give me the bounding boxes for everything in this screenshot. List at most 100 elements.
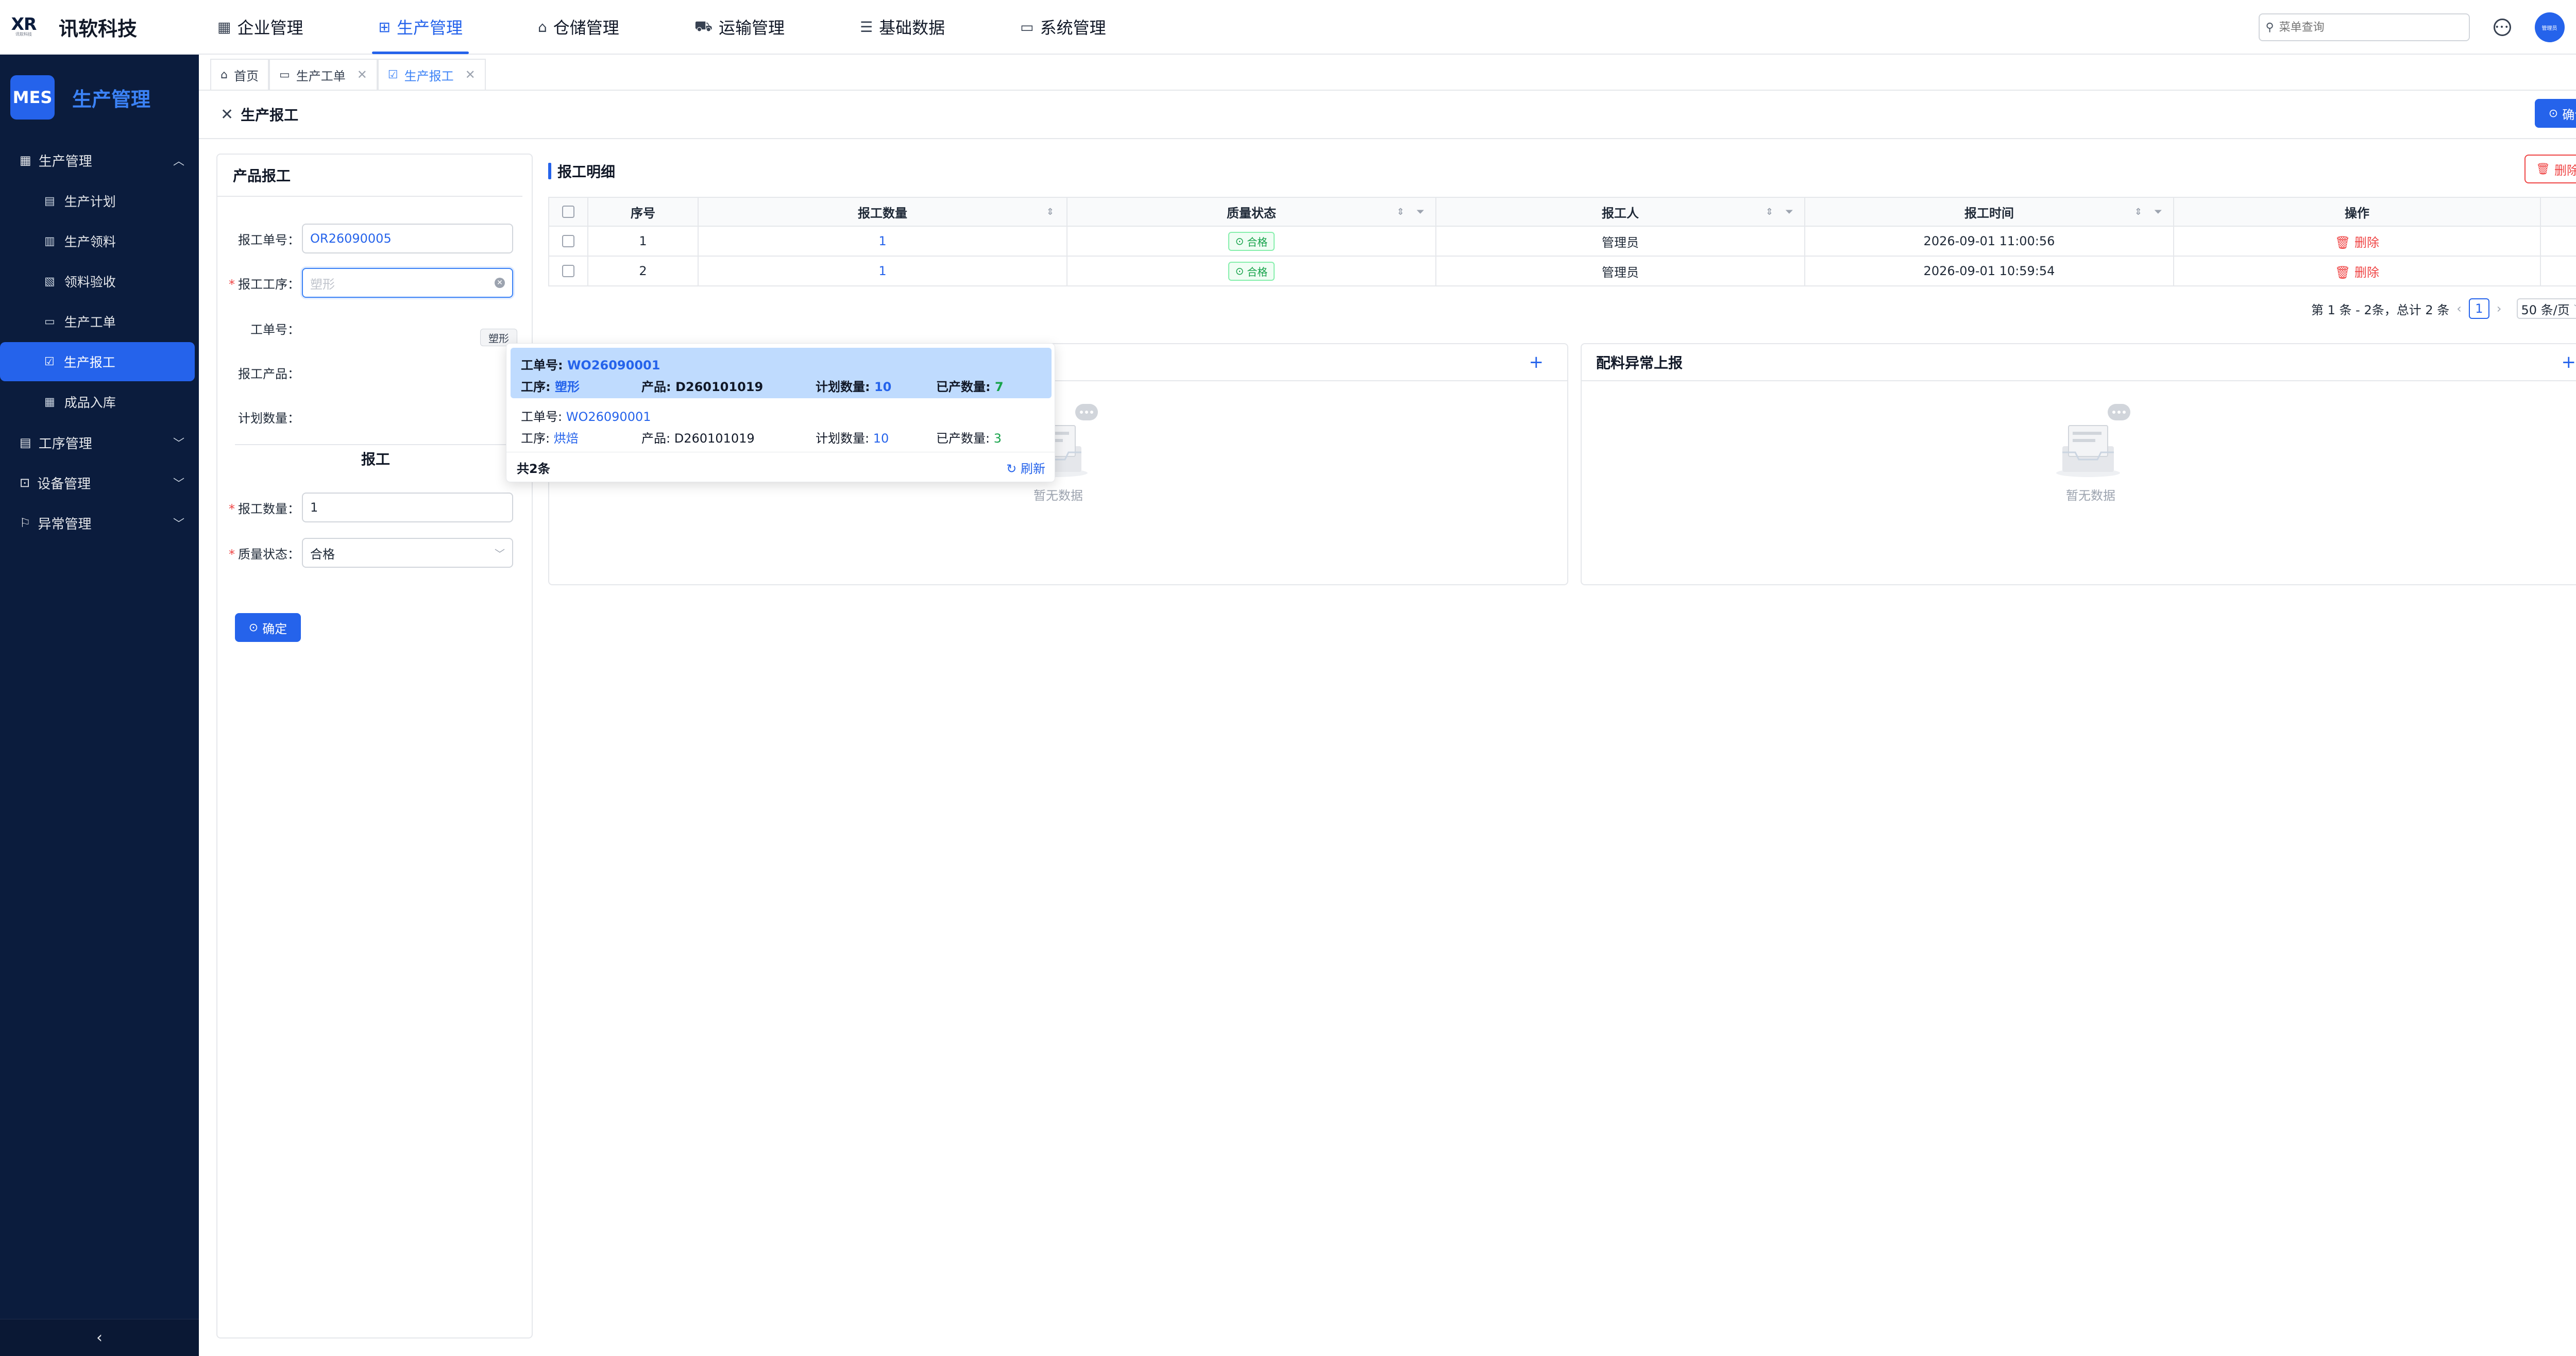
workorder-label: 工单号：: [250, 322, 300, 337]
sidebar-group-0[interactable]: ▤ 工序管理 ﹀: [0, 422, 199, 463]
menu-search-input[interactable]: [2279, 21, 2454, 34]
dropdown-option[interactable]: 工单号: WO26090001 工序: 烘焙 产品: D260101019 计划数量:…: [511, 399, 1052, 450]
sort-icon[interactable]: ⇕: [2134, 207, 2142, 217]
pagination: 第 1 条 - 2条，总计 2 条 ‹ 1 › 50 条/页 ﹀: [2311, 295, 2576, 323]
sidebar: MES 生产管理 ▦ 生产管理 ︿ ▤ 生产计划 ▥ 生产领料 ▧ 领料验收 ▭ 生产工单 ☑ 生…: [0, 55, 199, 1356]
row-delete-button[interactable]: 🗑 删除: [2335, 262, 2379, 280]
prev-page-icon[interactable]: ‹: [2456, 301, 2462, 316]
close-icon[interactable]: ✕: [357, 67, 367, 82]
column-header[interactable]: 质量状态 ⇕ ⏷: [1067, 198, 1436, 226]
title-accent-bar: [548, 163, 551, 179]
tab-label: 生产工单: [296, 69, 346, 83]
sidebar-item-2[interactable]: ▧ 领料验收: [0, 262, 195, 301]
row-checkbox[interactable]: [562, 235, 574, 247]
collapse-sidebar-button[interactable]: ‹: [0, 1319, 199, 1356]
clear-icon[interactable]: ✕: [495, 278, 505, 288]
row-delete-button[interactable]: 🗑 删除: [2335, 232, 2379, 250]
dropdown-footer: 共2条 ↻ 刷新: [506, 452, 1056, 483]
sidebar-item-5[interactable]: ▦ 成品入库: [0, 382, 195, 421]
cell-no: 1: [588, 227, 699, 256]
process-select[interactable]: 塑形 ✕: [302, 268, 513, 298]
order-number-field[interactable]: OR26090005: [302, 224, 513, 253]
close-icon[interactable]: ✕: [465, 67, 476, 82]
delete-button[interactable]: 🗑 删除: [2524, 155, 2576, 183]
sidebar-group-label: 设备管理: [37, 476, 91, 492]
sidebar-group-label: 生产管理: [38, 154, 92, 170]
group-icon: ▤: [20, 435, 31, 450]
topnav-item-2[interactable]: ⌂ 仓储管理: [521, 0, 636, 54]
row-person: 管理员: [1602, 265, 1639, 280]
topnav-item-4[interactable]: ☰ 基础数据: [843, 0, 961, 54]
page-size-select[interactable]: 50 条/页 ﹀: [2517, 298, 2576, 319]
report-quantity-input[interactable]: 1: [302, 493, 513, 522]
order-number-value: OR26090005: [310, 231, 392, 246]
quality-status-select[interactable]: 合格 ﹀: [302, 538, 513, 568]
dropdown-option[interactable]: 工单号: WO26090001 工序: 塑形 产品: D260101019 计划数量:…: [511, 348, 1052, 398]
sidebar-item-1[interactable]: ▥ 生产领料: [0, 222, 195, 261]
report-quantity-value: 1: [310, 500, 318, 515]
select-all-cell[interactable]: [548, 198, 588, 226]
sidebar-group-2[interactable]: ⚐ 异常管理 ﹀: [0, 503, 199, 543]
apps-icon: ⊞: [378, 18, 391, 36]
cell-no: 2: [588, 257, 699, 285]
option-field: 工序: 塑形: [521, 377, 580, 395]
add-icon[interactable]: +: [1529, 352, 1544, 372]
sort-icon[interactable]: ⇕: [1397, 207, 1404, 217]
row-number: 1: [639, 234, 647, 248]
process-placeholder: 塑形: [310, 277, 335, 292]
add-icon[interactable]: +: [2562, 352, 2576, 372]
tab-2[interactable]: ☑ 生产报工 ✕: [377, 59, 486, 90]
sidebar-group-1[interactable]: ⊡ 设备管理 ﹀: [0, 463, 199, 503]
option-wo-value: WO26090001: [567, 358, 660, 372]
sort-icon[interactable]: ⇕: [1766, 207, 1773, 217]
tab-0[interactable]: ⌂ 首页: [210, 59, 269, 90]
close-icon[interactable]: ✕: [221, 106, 233, 124]
topnav-item-1[interactable]: ⊞ 生产管理: [362, 0, 479, 54]
next-page-icon[interactable]: ›: [2497, 301, 2502, 316]
row-delete-label: 删除: [2354, 265, 2380, 280]
form-row-workorder: 工单号：: [217, 313, 534, 343]
filter-icon[interactable]: ⏷: [2155, 207, 2162, 217]
message-icon[interactable]: •••: [2493, 19, 2511, 36]
trash-icon: 🗑: [2334, 235, 2355, 250]
select-all-checkbox[interactable]: [562, 206, 574, 218]
row-select-cell[interactable]: [548, 257, 588, 285]
column-header[interactable]: 报工数量 ⇕: [699, 198, 1067, 226]
option-workorder: 工单号: WO26090001: [521, 355, 660, 373]
sort-icon[interactable]: ⇕: [1046, 207, 1054, 217]
page-number[interactable]: 1: [2468, 298, 2489, 319]
avatar[interactable]: 管理员: [2534, 12, 2565, 42]
column-header-label: 报工数量: [858, 206, 907, 221]
topnav-item-0[interactable]: ▦ 企业管理: [201, 0, 319, 54]
cell-time: 2026-09-01 11:00:56: [1805, 227, 2174, 256]
product-label: 报工产品：: [238, 366, 300, 381]
menu-search[interactable]: ⚲: [2258, 13, 2470, 41]
column-header[interactable]: 报工时间 ⇕ ⏷: [1805, 198, 2174, 226]
confirm-button[interactable]: ⊙ 确认: [2535, 99, 2576, 128]
row-select-cell[interactable]: [548, 227, 588, 256]
topnav-item-3[interactable]: ⛟ 运输管理: [678, 0, 801, 54]
pagination-summary: 第 1 条 - 2条，总计 2 条: [2311, 302, 2450, 317]
row-time: 2026-09-01 11:00:56: [1923, 234, 2055, 248]
sidebar-item-0[interactable]: ▤ 生产计划: [0, 181, 195, 221]
column-header[interactable]: 序号: [588, 198, 699, 226]
submit-button-label: 确定: [262, 621, 287, 636]
submit-button[interactable]: ⊙ 确定: [235, 613, 301, 642]
main-content: ⌂ 首页 ▭ 生产工单 ✕ ☑ 生产报工 ✕ ✕ 生产报工 ⊙ 确认 产品报工 报工单号： O…: [199, 55, 2576, 1356]
cell-action: 🗑 删除: [2174, 257, 2541, 285]
brand-logo[interactable]: XR 讯软科技 讯软科技: [11, 13, 181, 41]
filter-icon[interactable]: ⏷: [1417, 207, 1424, 217]
tab-1[interactable]: ▭ 生产工单 ✕: [268, 59, 378, 90]
sidebar-item-3[interactable]: ▭ 生产工单: [0, 302, 195, 341]
column-header[interactable]: 操作: [2174, 198, 2541, 226]
row-checkbox[interactable]: [562, 265, 574, 277]
refresh-button[interactable]: ↻ 刷新: [1006, 459, 1045, 477]
filter-icon[interactable]: ⏷: [1786, 207, 1793, 217]
column-header[interactable]: 报工人 ⇕ ⏷: [1436, 198, 1805, 226]
option-field: 产品: D260101019: [641, 428, 755, 446]
status-badge-label: 合格: [1247, 235, 1268, 248]
sidebar-item-4[interactable]: ☑ 生产报工: [0, 342, 195, 381]
qty-label: * 报工数量：: [229, 501, 300, 516]
sidebar-group-production[interactable]: ▦ 生产管理 ︿: [0, 140, 199, 180]
topnav-item-5[interactable]: ▭ 系统管理: [1004, 0, 1122, 54]
